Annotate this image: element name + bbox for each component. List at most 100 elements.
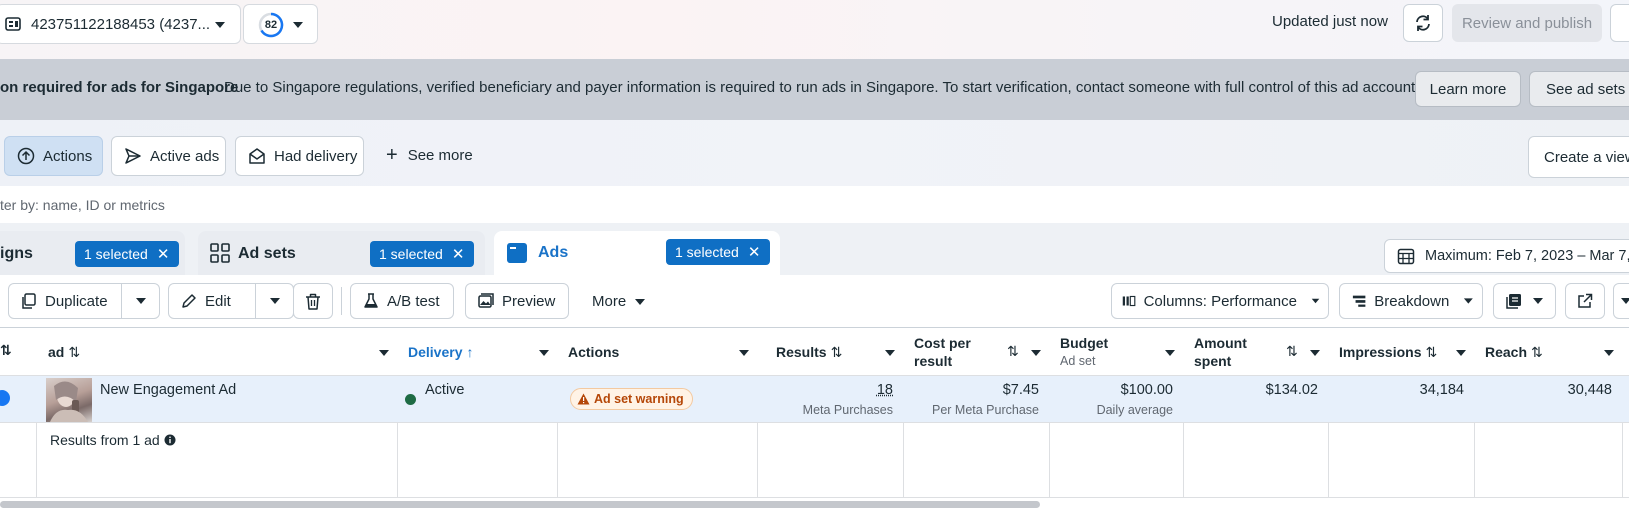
close-icon[interactable]: ✕	[748, 243, 761, 261]
chevron-down-icon[interactable]	[1165, 350, 1175, 357]
chevron-down-icon[interactable]	[739, 350, 749, 357]
sort-icon[interactable]: ⇅	[0, 342, 12, 359]
more-button[interactable]: More	[592, 293, 646, 310]
edit-button[interactable]: Edit	[168, 283, 256, 319]
ab-test-label: A/B test	[387, 292, 440, 310]
close-icon[interactable]: ✕	[157, 245, 170, 263]
header-ad-name[interactable]: ad ⇅	[48, 344, 80, 361]
export-button[interactable]	[1565, 283, 1605, 319]
breakdown-button[interactable]: Breakdown	[1339, 283, 1483, 319]
campaigns-selected-pill[interactable]: 1 selected ✕	[75, 241, 179, 267]
cost-per-result-value: $7.45	[1002, 382, 1039, 398]
opportunity-score-selector[interactable]: 82	[243, 4, 318, 44]
grid-icon	[210, 243, 230, 263]
tab-ads[interactable]: Ads 1 selected ✕	[494, 231, 780, 275]
more-actions-dropdown[interactable]	[1613, 283, 1629, 319]
warning-icon	[577, 393, 590, 405]
chip-label: Active ads	[150, 147, 220, 165]
header-impressions[interactable]: Impressions ⇅	[1339, 344, 1437, 361]
filter-chip-actions[interactable]: Actions	[4, 136, 103, 176]
sort-icon[interactable]: ⇅	[1007, 343, 1019, 360]
opportunity-score: 82	[264, 19, 278, 31]
adsets-selected-pill[interactable]: 1 selected ✕	[370, 241, 474, 267]
duplicate-button[interactable]: Duplicate	[8, 283, 122, 319]
calendar-icon	[1397, 248, 1415, 265]
selected-count: 1 selected	[379, 246, 443, 262]
ad-icon	[507, 243, 527, 263]
horizontal-scrollbar[interactable]	[0, 501, 1040, 508]
header-cost-per-result[interactable]: Cost per	[914, 335, 971, 351]
tab-ad-sets[interactable]: Ad sets 1 selected ✕	[198, 231, 485, 275]
reports-button[interactable]	[1493, 283, 1556, 319]
table-toolbar: Duplicate Edit A/B test Preview More Col…	[0, 275, 1629, 327]
refresh-icon	[1416, 15, 1430, 31]
filter-chip-had-delivery[interactable]: Had delivery	[235, 136, 364, 176]
results-value[interactable]: 18	[877, 382, 893, 398]
chevron-down-icon	[215, 22, 225, 28]
chevron-down-icon[interactable]	[1031, 350, 1041, 357]
send-icon	[125, 148, 141, 164]
duplicate-split-button: Duplicate	[8, 283, 160, 319]
review-and-publish-button[interactable]: Review and publish	[1452, 4, 1602, 42]
chevron-down-icon[interactable]	[1456, 350, 1466, 357]
table-row[interactable]: New Engagement Ad Active Ad set warning …	[0, 376, 1629, 423]
delete-button[interactable]	[293, 283, 333, 319]
columns-button[interactable]: Columns: Performance	[1111, 283, 1329, 319]
chevron-down-icon[interactable]	[1604, 350, 1614, 357]
ad-set-warning-badge[interactable]: Ad set warning	[570, 388, 693, 410]
header-results[interactable]: Results ⇅	[776, 344, 842, 361]
more-options-button[interactable]	[1610, 4, 1629, 42]
learn-more-button[interactable]: Learn more	[1415, 71, 1521, 107]
header-amount-spent-line2: spent	[1194, 353, 1232, 369]
ab-test-button[interactable]: A/B test	[350, 283, 454, 319]
header-label: Impressions	[1339, 344, 1422, 360]
toolbar-divider	[341, 287, 342, 315]
ad-name[interactable]: New Engagement Ad	[100, 382, 236, 398]
flask-icon	[364, 293, 378, 308]
header-budget[interactable]: Budget	[1060, 335, 1108, 351]
filter-chip-active-ads[interactable]: Active ads	[111, 136, 226, 176]
ads-manager: 423751122188453 (4237... 82 Updated just…	[0, 0, 1629, 526]
sort-icon[interactable]: ⇅	[1286, 343, 1298, 360]
search-input[interactable]: ter by: name, ID or metrics	[0, 197, 165, 213]
info-icon[interactable]	[164, 434, 176, 446]
reach-value: 30,448	[1567, 382, 1612, 398]
header-label: ad	[48, 344, 65, 360]
date-range-picker[interactable]: Maximum: Feb 7, 2023 – Mar 7, 2	[1384, 239, 1629, 273]
cost-per-result-type: Per Meta Purchase	[932, 403, 1039, 417]
chevron-down-icon[interactable]	[379, 350, 389, 357]
chevron-down-icon	[1464, 298, 1474, 304]
duplicate-dropdown[interactable]	[122, 283, 160, 319]
ad-thumbnail	[46, 378, 92, 422]
selected-count: 1 selected	[675, 244, 739, 260]
header-delivery[interactable]: Delivery ↑	[408, 344, 473, 360]
header-amount-spent[interactable]: Amount	[1194, 335, 1247, 351]
sort-icon: ⇅	[1531, 344, 1543, 360]
chevron-down-icon[interactable]	[539, 350, 549, 357]
header-reach[interactable]: Reach ⇅	[1485, 344, 1543, 361]
results-type: Meta Purchases	[802, 403, 893, 417]
create-view-button[interactable]: Create a view	[1528, 136, 1629, 178]
chevron-down-icon[interactable]	[885, 350, 895, 357]
preview-button[interactable]: Preview	[465, 283, 569, 319]
sort-icon: ⇅	[830, 344, 843, 360]
row-toggle[interactable]	[0, 390, 10, 406]
active-status-icon	[405, 394, 416, 405]
ads-selected-pill[interactable]: 1 selected ✕	[666, 239, 770, 265]
account-icon	[5, 17, 21, 31]
refresh-button[interactable]	[1403, 4, 1443, 42]
header-actions[interactable]: Actions	[568, 344, 619, 360]
edit-dropdown[interactable]	[256, 283, 294, 319]
close-icon[interactable]: ✕	[452, 245, 465, 263]
header-label: Results	[776, 344, 827, 360]
summary-label: Results from 1 ad	[50, 432, 176, 448]
see-ad-sets-button[interactable]: See ad sets	[1529, 71, 1629, 107]
see-more-filters-button[interactable]: + See more	[386, 145, 473, 165]
chevron-down-icon	[293, 22, 303, 28]
chevron-down-icon[interactable]	[1310, 350, 1320, 357]
chevron-down-icon	[269, 298, 280, 304]
account-selector[interactable]: 423751122188453 (4237...	[0, 4, 241, 44]
warning-label: Ad set warning	[594, 392, 684, 406]
selected-count: 1 selected	[84, 246, 148, 262]
tab-campaigns[interactable]: igns 1 selected ✕	[0, 231, 185, 275]
